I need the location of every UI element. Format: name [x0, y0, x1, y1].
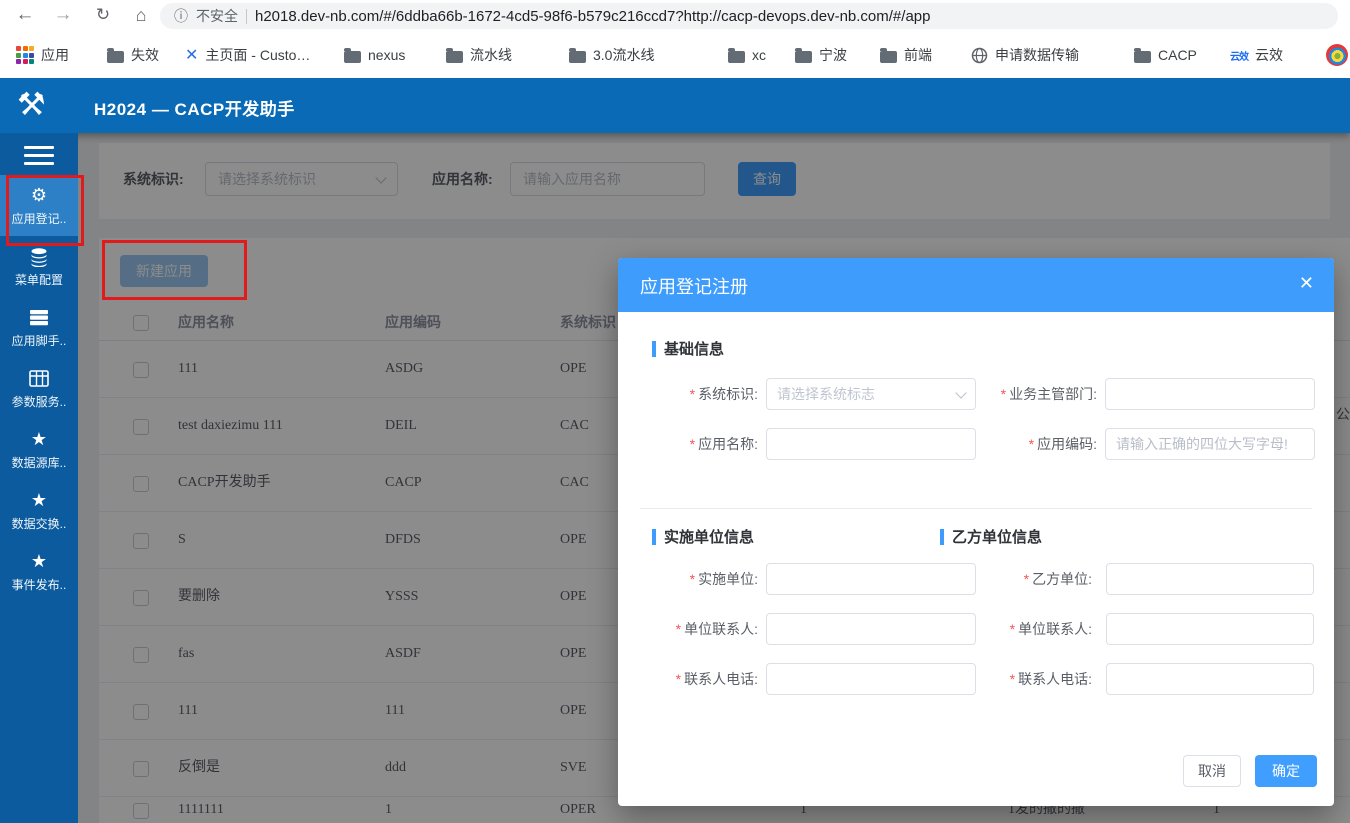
bookmarks-bar: 应用 失效 ✕ 主页面 - Custo… nexus 流水线 3.0流水线 xc	[0, 32, 1350, 78]
bookmark-pipeline-30[interactable]: 3.0流水线	[569, 32, 654, 78]
party-b-contact-label: *单位联系人:	[928, 613, 1092, 645]
party-b-contact-input[interactable]	[1106, 613, 1314, 645]
folder-icon	[880, 51, 897, 63]
impl-unit-label: *实施单位:	[640, 563, 758, 595]
folder-icon	[446, 51, 463, 63]
folder-icon	[728, 51, 745, 63]
bookmark-shixiao[interactable]: 失效	[107, 32, 159, 78]
sidebar-item-data-exchange[interactable]: ★ 数据交换..	[0, 480, 78, 541]
bookmark-ningbo[interactable]: 宁波	[795, 32, 847, 78]
system-id-select[interactable]: 请选择系统标志	[766, 378, 976, 410]
system-id-label: *系统标识:	[640, 378, 758, 410]
globe-icon	[971, 47, 988, 64]
dept-label: *业务主管部门:	[958, 378, 1097, 410]
blue-x-icon: ✕	[185, 45, 198, 65]
bookmark-yunxiao[interactable]: 云效 云效	[1230, 32, 1283, 78]
screen: ← → ↻ ⌂ ⓘ 不安全 h2018.dev-nb.com/#/6ddba66…	[0, 0, 1350, 823]
annotation-box-new-app	[102, 240, 247, 300]
database-icon	[29, 246, 49, 268]
star-icon: ★	[31, 551, 47, 573]
url-bar[interactable]: ⓘ 不安全 h2018.dev-nb.com/#/6ddba66b-1672-4…	[160, 3, 1338, 29]
impl-contact-label: *单位联系人:	[640, 613, 758, 645]
back-icon[interactable]: ←	[12, 0, 38, 32]
app-name-input[interactable]	[766, 428, 976, 460]
bookmark-homepage[interactable]: ✕ 主页面 - Custo…	[185, 32, 310, 78]
sidebar-item-datasource[interactable]: ★ 数据源库..	[0, 419, 78, 480]
url-text[interactable]: h2018.dev-nb.com/#/6ddba66b-1672-4cd5-98…	[255, 8, 930, 25]
sidebar-item-param-service[interactable]: 参数服务..	[0, 358, 78, 419]
app-name-label: *应用名称:	[640, 428, 758, 460]
section-impl-unit: 实施单位信息	[652, 526, 754, 547]
bookmark-nexus[interactable]: nexus	[344, 32, 405, 78]
app-title: H2024 — CACP开发助手	[94, 95, 295, 120]
party-b-unit-label: *乙方单位:	[928, 563, 1092, 595]
impl-phone-label: *联系人电话:	[640, 663, 758, 695]
app-code-input[interactable]	[1105, 428, 1315, 460]
section-party-b-unit: 乙方单位信息	[940, 526, 1042, 547]
cancel-button[interactable]: 取消	[1183, 755, 1241, 787]
folder-icon	[344, 51, 361, 63]
sidebar-item-app-scaffold[interactable]: 应用脚手..	[0, 297, 78, 358]
security-label: 不安全	[196, 6, 238, 26]
yunxiao-icon: 云效	[1230, 48, 1248, 63]
bookmark-xc[interactable]: xc	[728, 32, 766, 78]
folder-icon	[569, 51, 586, 63]
party-b-phone-input[interactable]	[1106, 663, 1314, 695]
reload-icon[interactable]: ↻	[90, 0, 116, 32]
app-logo-icon: ⚒	[17, 85, 46, 123]
scaffold-icon	[29, 307, 49, 329]
dialog-header: 应用登记注册 ✕	[618, 258, 1334, 312]
app-header: ⚒ H2024 — CACP开发助手	[0, 78, 1350, 133]
app-code-label: *应用编码:	[958, 428, 1097, 460]
bookmark-pipeline[interactable]: 流水线	[446, 32, 512, 78]
sidebar-item-event-publish[interactable]: ★ 事件发布..	[0, 541, 78, 602]
menu-toggle-icon[interactable]	[24, 146, 54, 170]
folder-icon	[107, 51, 124, 63]
annotation-box-sidebar	[6, 175, 84, 246]
bookmark-frontend[interactable]: 前端	[880, 32, 932, 78]
bookmark-cacp[interactable]: CACP	[1134, 32, 1197, 78]
confirm-button[interactable]: 确定	[1255, 755, 1317, 787]
dept-input[interactable]	[1105, 378, 1315, 410]
browser-toolbar: ← → ↻ ⌂ ⓘ 不安全 h2018.dev-nb.com/#/6ddba66…	[0, 0, 1350, 32]
grid-icon	[29, 368, 49, 390]
section-basic-info: 基础信息	[652, 338, 724, 359]
profile-avatar[interactable]	[1326, 44, 1348, 66]
forward-icon[interactable]: →	[50, 0, 76, 32]
section-divider	[640, 508, 1312, 509]
folder-icon	[795, 51, 812, 63]
star-icon: ★	[31, 490, 47, 512]
bookmark-apps[interactable]: 应用	[16, 32, 69, 78]
url-separator	[246, 9, 247, 24]
party-b-phone-label: *联系人电话:	[928, 663, 1092, 695]
dialog-title: 应用登记注册	[640, 273, 748, 299]
star-icon: ★	[31, 429, 47, 451]
bookmark-data-transfer[interactable]: 申请数据传输	[971, 32, 1079, 78]
info-icon[interactable]: ⓘ	[174, 6, 188, 26]
folder-icon	[1134, 51, 1151, 63]
close-icon[interactable]: ✕	[1299, 273, 1314, 294]
apps-grid-icon	[16, 46, 34, 64]
home-icon[interactable]: ⌂	[128, 0, 154, 32]
registration-dialog: 应用登记注册 ✕ 基础信息 *系统标识: 请选择系统标志 *业务主管部门: *应…	[618, 258, 1334, 806]
party-b-unit-input[interactable]	[1106, 563, 1314, 595]
